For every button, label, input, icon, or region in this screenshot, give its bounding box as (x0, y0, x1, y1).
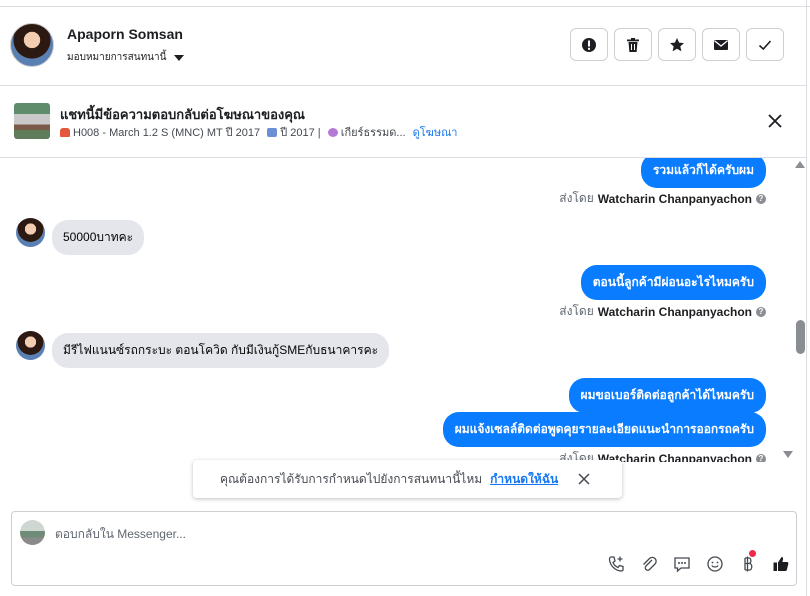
chat-bubble-icon (674, 557, 690, 573)
reply-input[interactable]: ตอบกลับใน Messenger... (55, 525, 186, 544)
like-button[interactable] (771, 554, 791, 574)
message-incoming: มีรีไฟแนนซ์รถกระบะ ตอนโควิด กับมีเงินกู้… (52, 333, 390, 368)
calendar-icon (267, 128, 278, 137)
scroll-down-arrow[interactable] (783, 451, 793, 458)
baht-icon (744, 556, 753, 572)
agent-name: Watcharin Chanpanyachon (597, 304, 752, 319)
delete-button[interactable] (614, 28, 652, 61)
alert-icon (582, 37, 596, 52)
mark-unread-button[interactable] (702, 28, 740, 61)
sent-by-label: ส่งโดย Watcharin Chanpanyachon ? (559, 189, 766, 208)
paperclip-icon (643, 556, 657, 571)
reply-composer: ตอบกลับใน Messenger... (11, 511, 797, 586)
message-incoming: 50000บาทคะ (52, 220, 145, 255)
ad-banner-title: แชทนี้มีข้อความตอบกลับต่อโฆษณาของคุณ (60, 107, 305, 122)
help-icon[interactable]: ? (756, 306, 766, 317)
agent-name: Watcharin Chanpanyachon (597, 191, 752, 206)
mark-done-button[interactable] (746, 28, 784, 61)
ad-reply-banner: แชทนี้มีข้อความตอบกลับต่อโฆษณาของคุณ H00… (0, 86, 806, 158)
scroll-up-arrow[interactable] (795, 161, 805, 168)
notification-dot (749, 550, 756, 557)
attach-button[interactable] (639, 554, 659, 574)
star-icon (670, 37, 684, 51)
composer-toolbar (606, 554, 791, 574)
ad-transmission: เกียร์ธรรมด... (340, 127, 406, 139)
help-icon[interactable]: ? (756, 193, 766, 204)
header-actions (570, 28, 784, 61)
saved-replies-button[interactable] (672, 554, 692, 574)
assign-to-me-link[interactable]: กำหนดให้ฉัน (490, 470, 558, 489)
assign-label: มอบหมายการสนทนานี้ (67, 52, 167, 63)
report-button[interactable] (570, 28, 608, 61)
sent-by-label: ส่งโดย Watcharin Chanpanyachon ? (559, 302, 766, 321)
envelope-icon (714, 39, 728, 50)
avatar[interactable] (16, 218, 45, 247)
assign-conversation-dropdown[interactable]: มอบหมายการสนทนานี้ (67, 50, 185, 65)
message-outgoing: ผมแจ้งเซลล์ติดต่อพูดคุยรายละเอียดแนะนำกา… (442, 412, 766, 447)
check-icon (758, 39, 772, 50)
scrollbar-thumb[interactable] (796, 320, 805, 354)
chevron-down-icon (174, 54, 185, 61)
avatar[interactable] (10, 23, 54, 67)
contact-name[interactable]: Apaporn Somsan (67, 26, 183, 42)
ad-year: ปี 2017 | (280, 127, 321, 139)
smiley-icon (707, 556, 723, 572)
ad-details: H008 - March 1.2 S (MNC) MT ปี 2017 ปี 2… (60, 123, 457, 141)
help-icon[interactable]: ? (756, 453, 766, 462)
message-thread: รวมแล้วก็ได้ครับผม ส่งโดย Watcharin Chan… (0, 158, 794, 462)
message-outgoing: รวมแล้วก็ได้ครับผม (640, 158, 766, 188)
view-ad-link[interactable]: ดูโฆษณา (413, 127, 458, 139)
page-avatar (20, 520, 45, 545)
call-button[interactable] (606, 554, 626, 574)
sent-by-prefix: ส่งโดย (559, 191, 594, 205)
avatar[interactable] (16, 331, 45, 360)
star-button[interactable] (658, 28, 696, 61)
phone-plus-icon (608, 556, 624, 572)
emoji-button[interactable] (705, 554, 725, 574)
close-icon[interactable] (577, 472, 591, 486)
close-icon[interactable] (766, 112, 784, 130)
payment-button[interactable] (738, 554, 758, 574)
message-outgoing: ผมขอเบอร์ติดต่อลูกค้าได้ไหมครับ (568, 378, 766, 413)
gear-icon (327, 128, 338, 137)
message-outgoing: ตอนนี้ลูกค้ามีผ่อนอะไรไหมครับ (580, 265, 766, 300)
right-divider (806, 0, 807, 596)
toast-text: คุณต้องการได้รับการกำหนดไปยังการสนทนานี้… (220, 471, 483, 486)
conversation-header: Apaporn Somsan มอบหมายการสนทนานี้ (0, 7, 806, 86)
assign-toast: คุณต้องการได้รับการกำหนดไปยังการสนทนานี้… (193, 460, 622, 498)
car-icon (60, 128, 70, 137)
sent-by-prefix: ส่งโดย (559, 304, 594, 318)
ad-thumbnail[interactable] (14, 103, 50, 139)
trash-icon (627, 37, 639, 52)
thumbs-up-icon (773, 557, 789, 571)
ad-model: H008 - March 1.2 S (MNC) MT ปี 2017 (73, 127, 261, 139)
